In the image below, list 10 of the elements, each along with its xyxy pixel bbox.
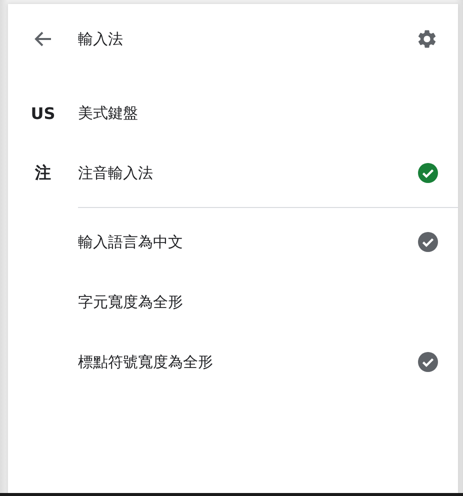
back-arrow-icon[interactable] — [34, 31, 52, 47]
layout-label: 注 — [35, 162, 51, 184]
option-item[interactable]: 輸入語言為中文 — [78, 232, 418, 252]
option-item[interactable]: 字元寬度為全形 — [78, 292, 418, 312]
settings-icon[interactable] — [416, 28, 438, 50]
layout-label: US — [30, 104, 56, 122]
page-title: 輸入法 — [78, 30, 124, 48]
input-method-item[interactable]: 注音輸入法 — [78, 164, 418, 182]
input-method-item[interactable]: 美式鍵盤 — [78, 104, 418, 122]
option-item[interactable]: 標點符號寬度為全形 — [78, 352, 418, 372]
